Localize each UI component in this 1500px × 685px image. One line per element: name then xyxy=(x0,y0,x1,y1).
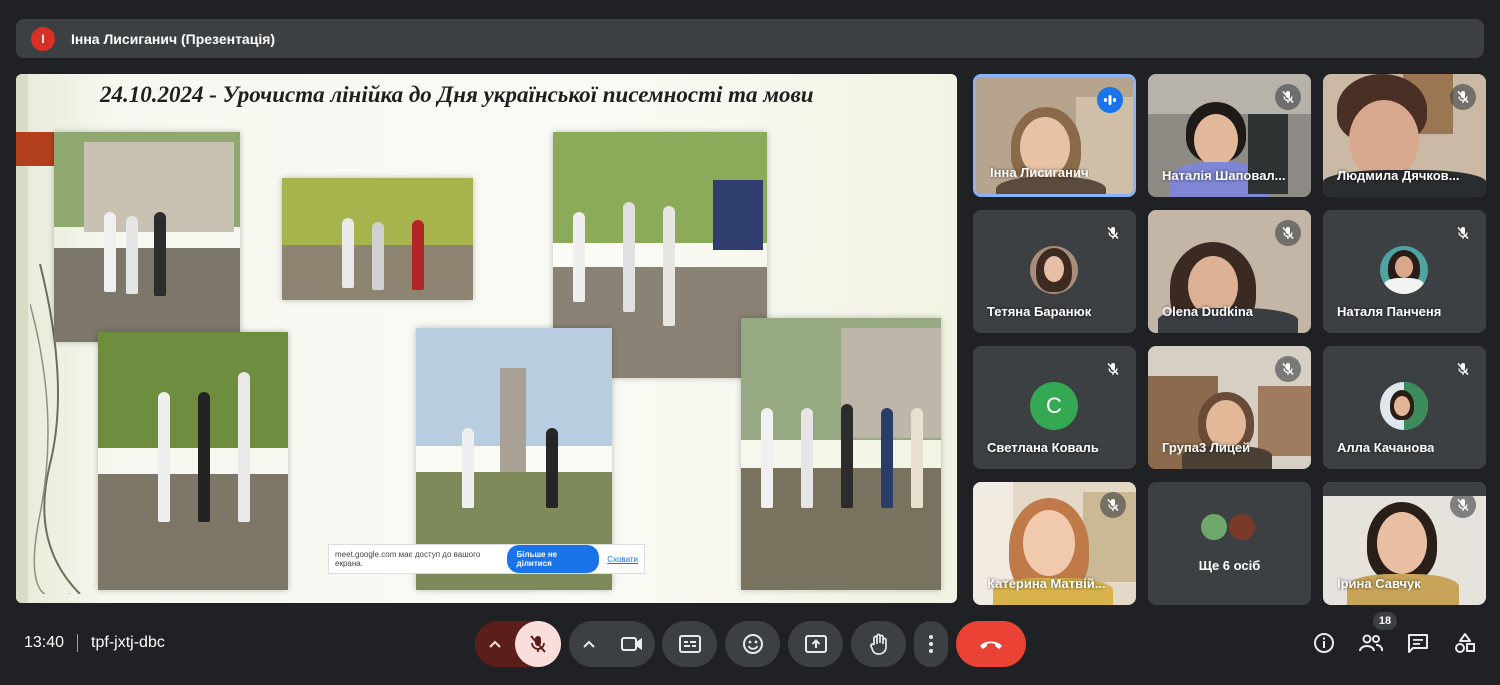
mic-off-icon xyxy=(1100,492,1126,518)
presenter-bar: I Інна Лисиганич (Презентація) xyxy=(16,19,1484,58)
meeting-details-button[interactable] xyxy=(1311,630,1337,656)
participant-tile[interactable]: Алла Качанова xyxy=(1323,346,1486,469)
people-button[interactable] xyxy=(1358,630,1384,656)
captions-button[interactable] xyxy=(662,621,717,667)
mic-control-group xyxy=(475,621,561,667)
participant-avatar xyxy=(1227,512,1257,542)
mic-off-icon xyxy=(1450,84,1476,110)
raise-hand-icon xyxy=(869,633,887,655)
share-banner-text: meet.google.com має доступ до вашого екр… xyxy=(335,550,481,568)
chat-icon xyxy=(1408,634,1428,653)
participant-avatar xyxy=(1380,382,1428,430)
more-participants-tile[interactable]: Ще 6 осіб xyxy=(1148,482,1311,605)
slide-photo xyxy=(282,178,473,300)
more-vert-icon xyxy=(929,635,933,653)
mic-off-icon xyxy=(1275,84,1301,110)
participant-name: Olena Dudkina xyxy=(1162,304,1254,319)
chevron-up-icon xyxy=(489,640,501,648)
participant-tile[interactable]: Людмила Дячков... xyxy=(1323,74,1486,197)
mic-off-icon xyxy=(1450,220,1476,246)
camera-icon xyxy=(621,637,642,651)
mic-off-icon xyxy=(1100,356,1126,382)
participant-name: Наталя Панченя xyxy=(1337,304,1442,319)
slide-title: 24.10.2024 - Урочиста лінійка до Дня укр… xyxy=(100,82,814,107)
mic-off-icon xyxy=(1275,220,1301,246)
mic-options-button[interactable] xyxy=(475,621,515,667)
avatar-initial: C xyxy=(1046,393,1062,418)
participant-avatar xyxy=(1199,512,1229,542)
participant-tile[interactable]: Olena Dudkina xyxy=(1148,210,1311,333)
participant-tile[interactable]: Група3 Лицей xyxy=(1148,346,1311,469)
stop-sharing-button[interactable]: Більше не ділитися xyxy=(506,545,600,573)
divider xyxy=(77,634,79,652)
current-time: 13:40 xyxy=(24,634,65,651)
people-icon xyxy=(1359,634,1383,652)
captions-icon xyxy=(678,635,701,653)
activities-button[interactable] xyxy=(1452,630,1478,656)
participant-avatar xyxy=(1380,246,1428,294)
participant-name: Катерина Матвій... xyxy=(987,576,1106,591)
mic-off-icon xyxy=(1450,356,1476,382)
hide-banner-link[interactable]: Сховати xyxy=(607,555,638,564)
mic-off-icon xyxy=(1100,220,1126,246)
participant-name: Алла Качанова xyxy=(1337,440,1435,455)
participant-avatar: C xyxy=(1030,382,1078,430)
more-options-button[interactable] xyxy=(914,621,948,667)
participant-tile[interactable]: Ірина Савчук xyxy=(1323,482,1486,605)
participant-name: Інна Лисиганич xyxy=(990,165,1089,180)
camera-options-button[interactable] xyxy=(569,621,609,667)
chat-button[interactable] xyxy=(1405,630,1431,656)
activities-icon xyxy=(1455,633,1475,653)
meeting-info: 13:40 tpf-jxtj-dbc xyxy=(24,634,165,652)
participant-name: Светлана Коваль xyxy=(987,440,1099,455)
hang-up-icon xyxy=(980,641,1002,649)
participant-tile[interactable]: Наталя Панченя xyxy=(1323,210,1486,333)
slide-photo xyxy=(98,332,288,590)
participant-name: Тетяна Баранюк xyxy=(987,304,1092,319)
camera-control-group xyxy=(569,621,655,667)
participant-name: Наталія Шаповал... xyxy=(1162,168,1286,183)
presenter-avatar: I xyxy=(31,26,55,51)
present-icon xyxy=(804,635,827,653)
camera-toggle-button[interactable] xyxy=(609,621,655,667)
emoji-button[interactable] xyxy=(725,621,780,667)
screen-share-banner: meet.google.com має доступ до вашого екр… xyxy=(328,544,645,574)
shared-screen: 24.10.2024 - Урочиста лінійка до Дня укр… xyxy=(16,74,957,603)
emoji-icon xyxy=(742,634,763,654)
slide-photo xyxy=(741,318,941,590)
speaking-indicator-icon xyxy=(1097,87,1123,113)
mic-toggle-button[interactable] xyxy=(515,621,561,667)
participant-tile[interactable]: Катерина Матвій... xyxy=(973,482,1136,605)
participant-tile[interactable]: Тетяна Баранюк xyxy=(973,210,1136,333)
info-icon xyxy=(1314,633,1334,653)
mic-off-icon xyxy=(1450,492,1476,518)
present-button[interactable] xyxy=(788,621,843,667)
participant-avatar xyxy=(1030,246,1078,294)
leave-call-button[interactable] xyxy=(956,621,1026,667)
participant-name: Група3 Лицей xyxy=(1162,440,1251,455)
slide-photo xyxy=(54,132,240,342)
chevron-up-icon xyxy=(583,640,595,648)
participant-count-badge: 18 xyxy=(1373,612,1397,630)
mic-off-icon xyxy=(530,635,546,653)
participant-tile[interactable]: Інна Лисиганич xyxy=(973,74,1136,197)
participant-tile[interactable]: Наталія Шаповал... xyxy=(1148,74,1311,197)
participant-name: Ірина Савчук xyxy=(1337,576,1421,591)
participant-tile[interactable]: C Светлана Коваль xyxy=(973,346,1136,469)
presenter-title: Інна Лисиганич (Презентація) xyxy=(71,30,276,47)
meeting-code[interactable]: tpf-jxtj-dbc xyxy=(91,634,165,652)
raise-hand-button[interactable] xyxy=(851,621,906,667)
participant-name: Людмила Дячков... xyxy=(1337,168,1460,183)
more-participants-label: Ще 6 осіб xyxy=(1198,558,1261,573)
mic-off-icon xyxy=(1275,356,1301,382)
